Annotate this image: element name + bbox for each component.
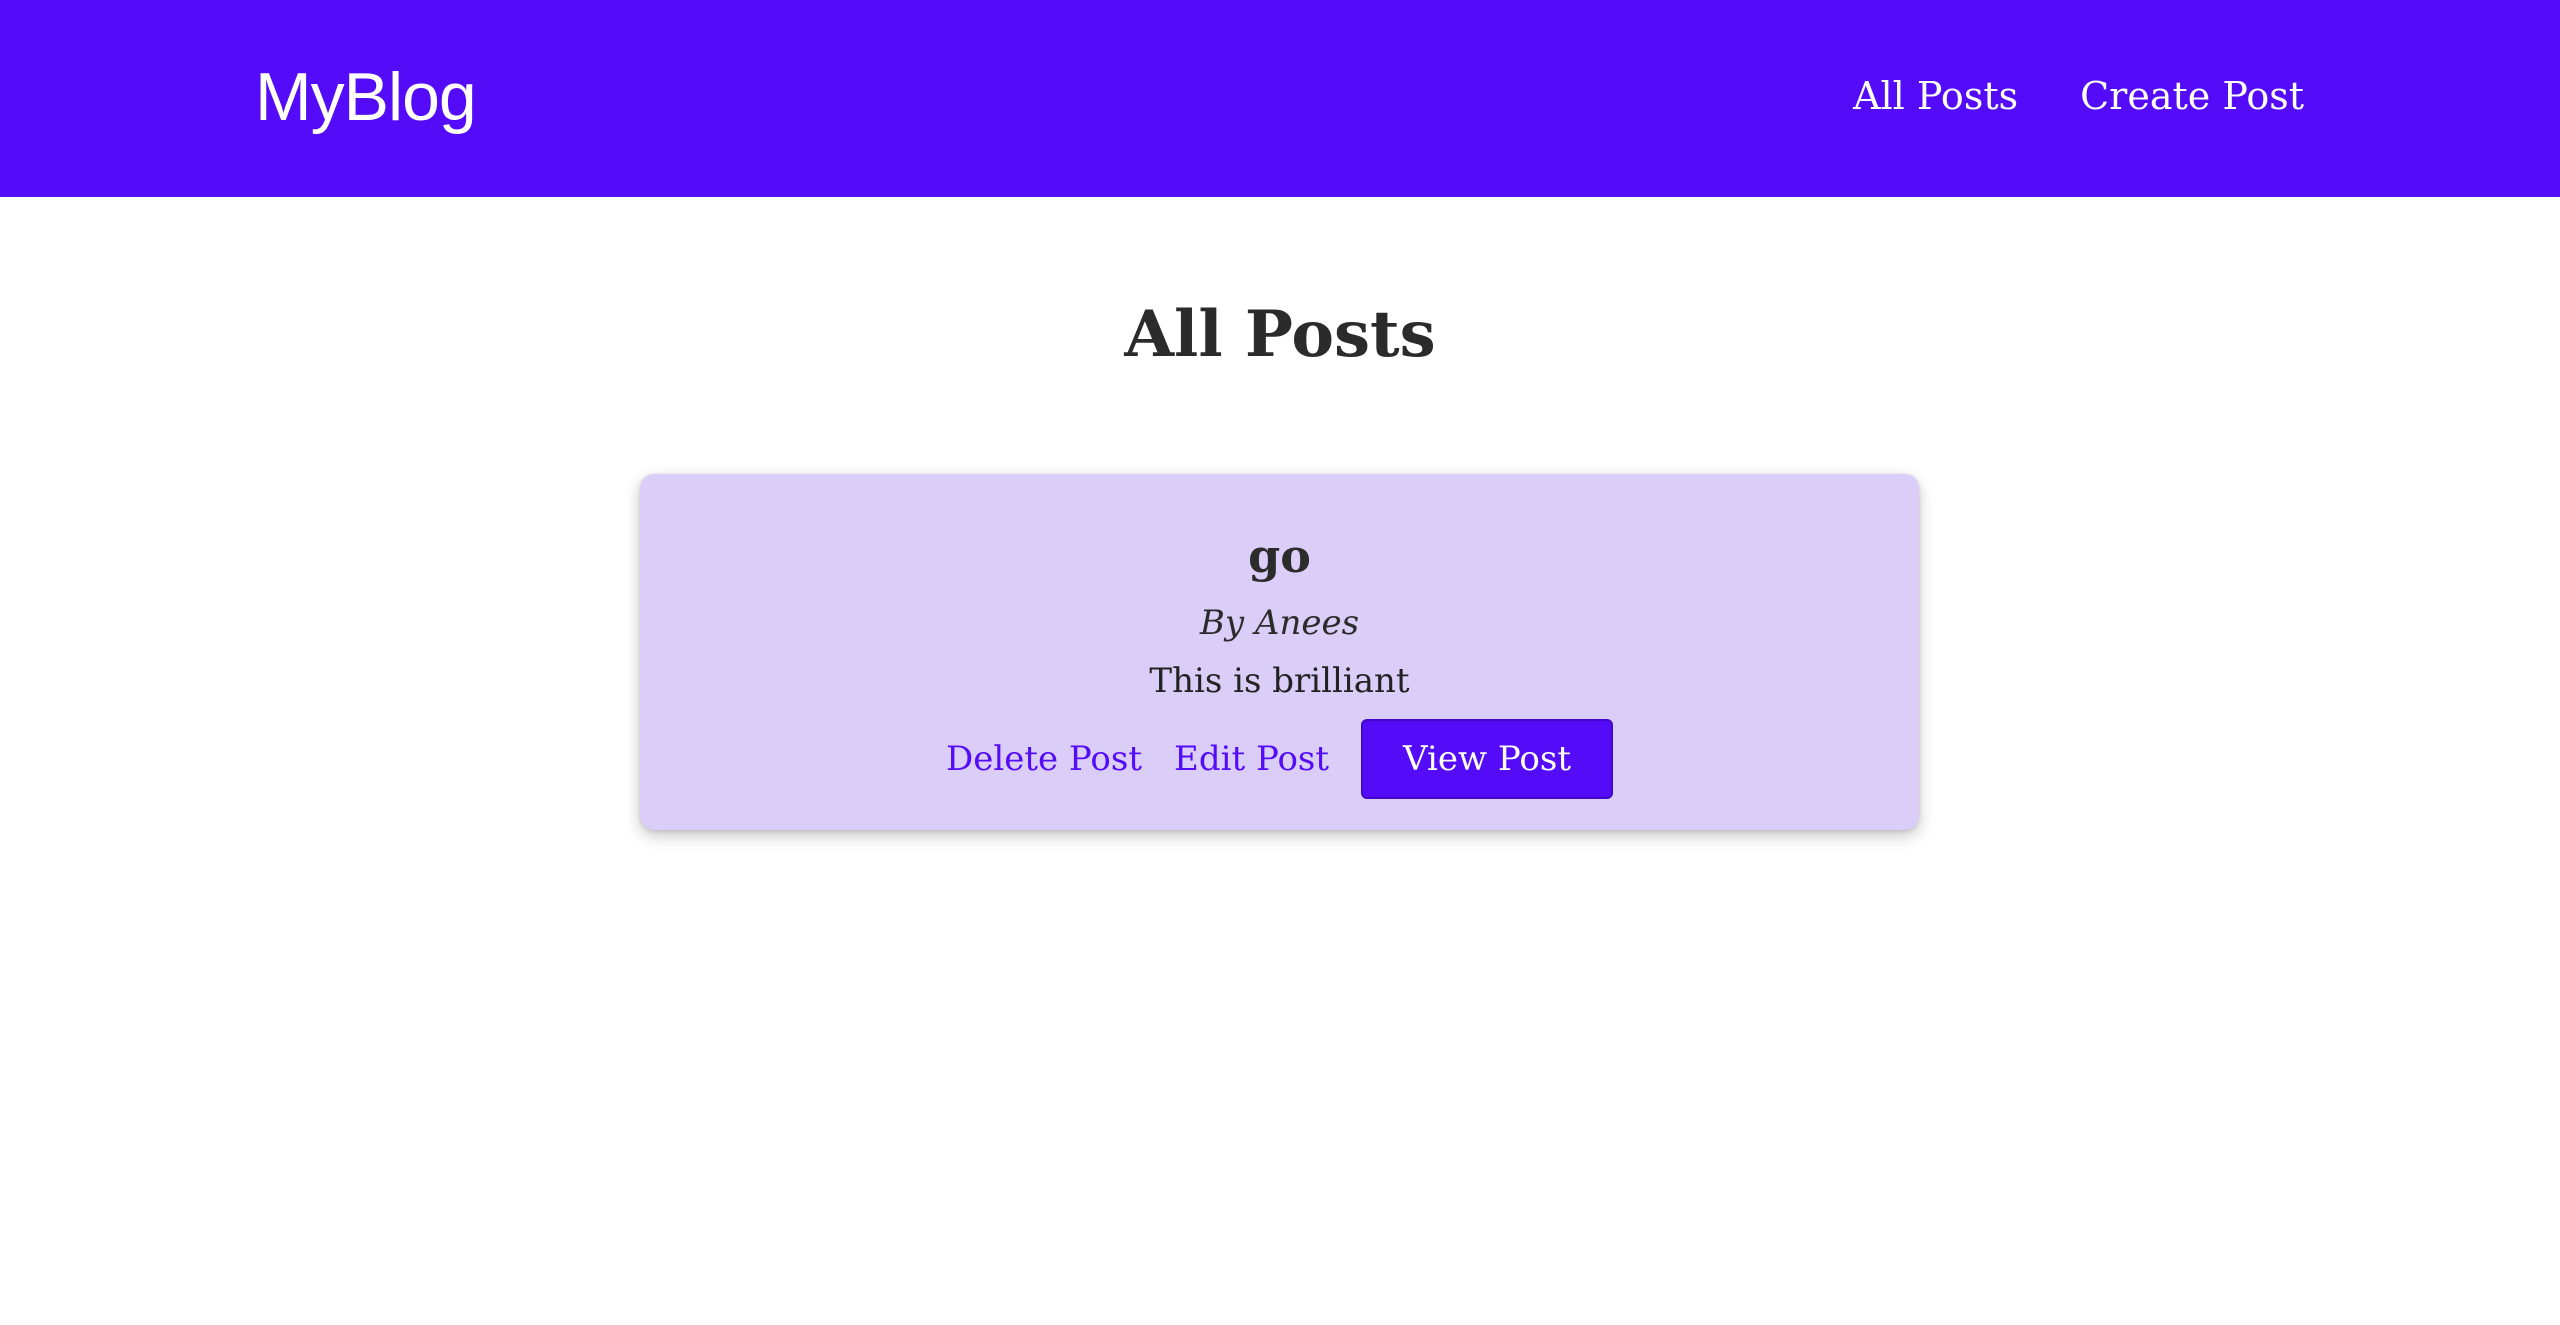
- delete-post-link[interactable]: Delete Post: [946, 736, 1142, 782]
- post-body: This is brilliant: [1149, 661, 1410, 701]
- navbar: MyBlog All Posts Create Post: [0, 0, 2560, 197]
- nav-link-all-posts[interactable]: All Posts: [1853, 66, 2018, 126]
- post-author: By Anees: [1199, 603, 1360, 643]
- nav-links: All Posts Create Post: [1853, 66, 2304, 126]
- post-actions: Delete Post Edit Post View Post: [640, 719, 1919, 799]
- post-title: go: [1248, 529, 1311, 583]
- nav-link-create-post[interactable]: Create Post: [2080, 66, 2304, 126]
- view-post-button[interactable]: View Post: [1361, 719, 1614, 799]
- brand-logo-link[interactable]: MyBlog: [255, 52, 477, 142]
- page-title: All Posts: [1124, 297, 1436, 372]
- post-card: go By Anees This is brilliant Delete Pos…: [640, 474, 1919, 830]
- edit-post-link[interactable]: Edit Post: [1174, 736, 1329, 782]
